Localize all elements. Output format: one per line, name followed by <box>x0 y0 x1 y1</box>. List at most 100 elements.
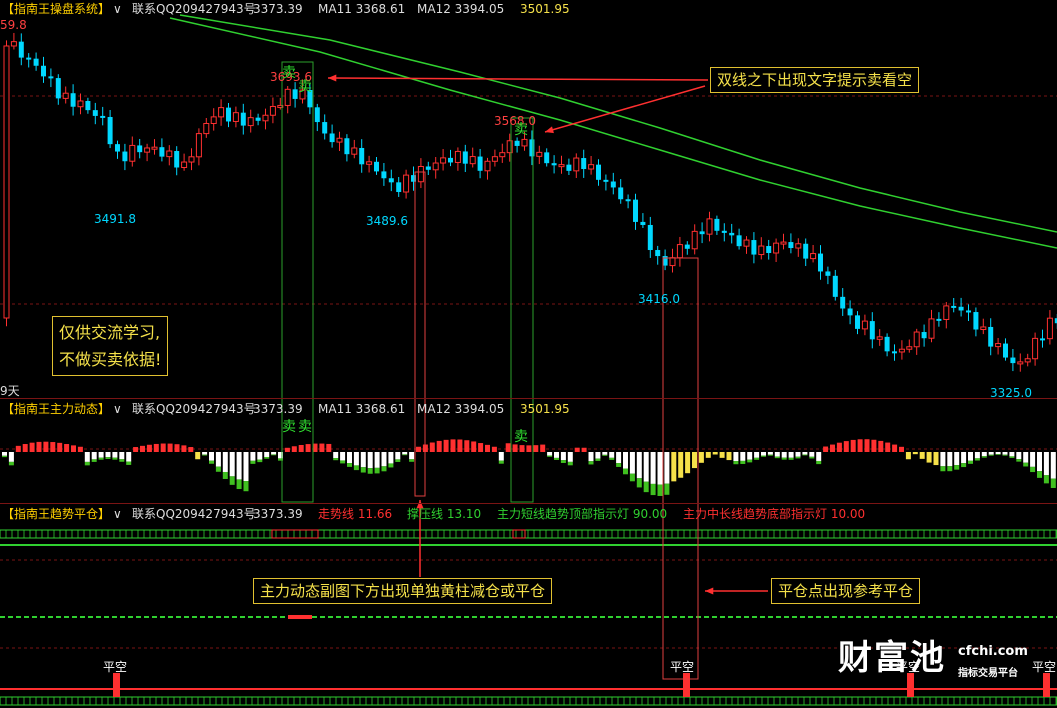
momentum-bar <box>50 442 56 452</box>
momentum-bar <box>540 444 546 452</box>
ma-line <box>169 17 1057 249</box>
extra-value: 3501.95 <box>520 2 570 16</box>
momentum-bar <box>533 445 539 452</box>
candle-body <box>921 332 927 339</box>
momentum-bar <box>1043 475 1049 484</box>
candle-body <box>107 116 113 145</box>
candle-body <box>477 156 483 171</box>
momentum-bar <box>146 444 152 452</box>
candle-body <box>92 110 98 116</box>
momentum-bar <box>174 444 180 452</box>
low-label: 3416.0 <box>638 292 680 306</box>
candle-body <box>958 306 964 311</box>
candle-body <box>691 230 698 250</box>
chevron-down-icon[interactable]: ∨ <box>113 505 122 523</box>
momentum-bar <box>429 442 435 452</box>
momentum-bar <box>395 452 401 460</box>
momentum-bar <box>202 452 208 455</box>
candle-body <box>603 179 609 182</box>
candle-body <box>988 326 994 347</box>
momentum-bar <box>229 476 235 485</box>
candle-body <box>736 235 742 247</box>
momentum-bar <box>954 465 960 470</box>
momentum-bar <box>809 456 815 459</box>
momentum-bar <box>885 442 891 452</box>
momentum-bar <box>264 456 270 459</box>
low-label: 3489.6 <box>366 214 408 228</box>
candle-body <box>566 164 572 171</box>
candle-body <box>85 100 91 111</box>
momentum-bar <box>816 452 822 461</box>
candle-body <box>928 318 935 339</box>
momentum-bar <box>981 456 987 458</box>
candle-body <box>588 164 595 170</box>
momentum-bar <box>809 452 815 457</box>
sell-signal: 卖 <box>282 419 296 435</box>
candle-body <box>181 161 188 168</box>
momentum-bar <box>126 452 132 462</box>
momentum-bar <box>409 452 415 460</box>
candle-body <box>48 76 54 79</box>
chevron-down-icon[interactable]: ∨ <box>113 400 122 418</box>
candle-body <box>159 147 165 157</box>
candle-body <box>773 242 780 254</box>
momentum-bar <box>1037 452 1042 472</box>
disclaimer-line: 仅供交流学习, <box>59 323 161 342</box>
momentum-bar <box>747 452 753 460</box>
candle-body <box>855 315 860 329</box>
momentum-bar <box>567 452 573 462</box>
momentum-bar <box>767 452 773 455</box>
momentum-bar <box>1030 452 1036 467</box>
momentum-bar <box>519 445 525 452</box>
momentum-bar <box>409 459 415 462</box>
chevron-down-icon[interactable]: ∨ <box>113 0 122 18</box>
candle-body <box>366 161 373 165</box>
momentum-bar <box>961 463 967 468</box>
momentum-bar <box>574 447 580 452</box>
candle-body <box>388 178 394 183</box>
momentum-bar <box>774 452 780 457</box>
long-lamp-value: 主力中长线趋势底部指示灯 10.00 <box>683 507 866 521</box>
candle-body <box>788 242 794 249</box>
candle-body <box>484 160 491 172</box>
momentum-bar <box>940 452 946 467</box>
candle-body <box>144 147 151 153</box>
highlight-frame <box>281 61 314 503</box>
momentum-bar <box>77 446 83 452</box>
sub2-panel-title[interactable]: 【指南王趋势平仓】 <box>2 505 110 523</box>
low-label: 3491.8 <box>94 212 136 226</box>
momentum-bar <box>1016 459 1022 462</box>
candle-body <box>640 221 646 225</box>
close-short-signal: 平空 <box>1032 660 1057 674</box>
momentum-bar <box>250 460 256 464</box>
close-tip-annotation: 平仓点出现参考平仓 <box>771 578 921 604</box>
momentum-bar <box>360 467 366 473</box>
momentum-bar <box>478 443 484 452</box>
momentum-bar <box>1002 452 1008 455</box>
momentum-bar <box>940 466 946 472</box>
candle-body <box>514 140 520 146</box>
momentum-bar <box>112 457 118 460</box>
press-line-value: 撑压线 13.10 <box>407 507 482 521</box>
candle-body <box>454 150 461 163</box>
candle-body <box>721 230 727 233</box>
momentum-bar <box>733 452 739 462</box>
candle-body <box>26 57 32 60</box>
candle-body <box>1010 357 1016 364</box>
momentum-bar <box>305 444 311 452</box>
candle-body <box>743 239 750 247</box>
candle-body <box>137 145 143 153</box>
momentum-bar <box>140 445 145 452</box>
candle-body <box>359 147 365 165</box>
momentum-bar <box>91 459 97 462</box>
ma11-value: MA11 3368.61 <box>318 2 406 16</box>
momentum-bar <box>747 459 753 463</box>
trend-strip <box>0 696 1057 706</box>
momentum-bar <box>119 459 125 462</box>
pointer-arrow <box>327 77 709 81</box>
sub1-panel-title[interactable]: 【指南王主力动态】 <box>2 400 110 418</box>
price-value: 3373.39 <box>253 2 303 16</box>
momentum-bar <box>243 452 249 482</box>
momentum-bar <box>160 443 166 452</box>
momentum-bar <box>436 440 442 452</box>
